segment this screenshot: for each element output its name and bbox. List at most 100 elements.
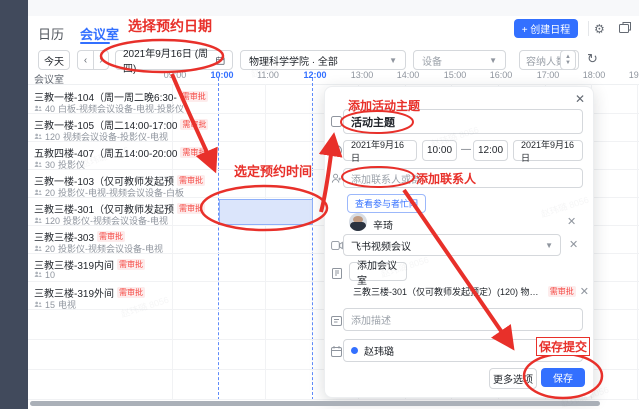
hour-tick: 17:00 <box>537 70 560 80</box>
annotation-pick-time: 选定预约时间 <box>234 161 312 180</box>
next-day-button[interactable]: › <box>93 50 109 70</box>
selected-room-label: 三教三楼-301（仅可教师发起预定）(120) 物理科学学院 <box>353 285 545 298</box>
building-filter-value: 物理科学学院 · 全部 <box>249 53 338 68</box>
date-picker[interactable]: 2021年9月16日 (周四) <box>115 50 233 70</box>
room-capacity: 15 <box>45 300 55 310</box>
room-capacity: 120 <box>45 132 60 142</box>
calendar-select-icon <box>330 345 343 358</box>
today-button[interactable]: 今天 <box>38 50 70 70</box>
grid-header-divider <box>28 84 639 85</box>
room-capacity: 40 <box>45 104 55 114</box>
annotation-pick-date: 选择预约日期 <box>128 16 212 36</box>
start-date-input[interactable]: 2021年9月16日 <box>343 140 417 161</box>
attendee-avatar <box>349 213 367 231</box>
capacity-icon <box>34 245 42 253</box>
building-filter-dropdown[interactable]: 物理科学学院 · 全部 ▼ <box>240 50 406 70</box>
room-capacity: 120 <box>45 216 60 226</box>
hour-tick: 14:00 <box>397 70 420 80</box>
subject-value: 活动主题 <box>351 114 395 130</box>
refresh-icon[interactable]: ↻ <box>587 51 598 67</box>
hour-tick: 11:00 <box>257 70 279 80</box>
approval-badge: 需审批 <box>97 231 125 242</box>
meeting-room-booking-app: – ▢ ✕ 玮璐 16 1 ★ ✔ … + ✿ 日历 会议室 + 创建日程 ⚙ … <box>0 0 639 409</box>
hour-tick: 09:00 <box>164 70 187 80</box>
calendar-owner-value: 赵玮璐 <box>364 343 394 358</box>
contacts-placeholder: 添加联系人或群 <box>351 171 421 186</box>
end-date-input[interactable]: 2021年9月16日 <box>513 140 583 161</box>
annotation-add-subject: 添加活动主题 <box>348 97 420 114</box>
app-sidebar <box>0 0 28 409</box>
capacity-icon <box>34 271 42 279</box>
subject-icon <box>330 115 343 128</box>
approval-badge: 需审批 <box>180 91 208 102</box>
end-time-input[interactable]: 12:00 <box>473 140 508 161</box>
approval-badge: 需审批 <box>177 175 205 186</box>
capacity-icon <box>34 189 42 197</box>
room-capacity: 10 <box>45 270 55 280</box>
time-range-dash: — <box>461 144 471 155</box>
remove-attendee-icon[interactable]: ✕ <box>567 215 576 228</box>
capacity-icon <box>34 161 42 169</box>
capacity-icon <box>34 301 42 309</box>
video-meeting-select[interactable]: 飞书视频会议 ▼ <box>343 234 561 256</box>
tab-calendar[interactable]: 日历 <box>38 24 64 43</box>
open-window-icon[interactable] <box>619 22 631 36</box>
capacity-icon <box>34 133 42 141</box>
selected-room-chip[interactable]: 三教三楼-301（仅可教师发起预定）(120) 物理科学学院 需审批 ✕ <box>353 285 589 298</box>
start-time-input[interactable]: 10:00 <box>422 140 457 161</box>
close-icon[interactable]: ✕ <box>575 92 585 106</box>
video-meeting-icon <box>330 239 343 252</box>
calendar-color-dot <box>351 347 358 354</box>
video-meeting-value: 飞书视频会议 <box>351 238 411 253</box>
approval-badge: 需审批 <box>177 203 205 214</box>
save-button[interactable]: 保存 <box>541 368 585 387</box>
horizontal-scrollbar[interactable] <box>30 401 600 406</box>
remove-video-meeting-icon[interactable]: ✕ <box>569 238 578 251</box>
room-capacity: 20 <box>45 188 55 198</box>
add-meeting-room-button[interactable]: 添加会议室 <box>349 262 407 281</box>
description-placeholder: 添加描述 <box>351 312 391 327</box>
chevron-down-icon: ▼ <box>389 56 397 65</box>
selected-time-slot[interactable] <box>219 199 313 225</box>
chevron-down-icon: ▼ <box>545 241 553 250</box>
description-input[interactable]: 添加描述 <box>343 308 583 331</box>
attendee-name: 辛琦 <box>373 217 393 232</box>
active-tab-underline <box>80 42 110 44</box>
capacity-icon <box>34 105 42 113</box>
tab-meeting-rooms[interactable]: 会议室 <box>80 24 119 43</box>
room-capacity: 20 <box>45 244 55 254</box>
hour-tick: 10:00 <box>210 70 233 80</box>
approval-badge: 需审批 <box>548 286 576 297</box>
view-busy-free-button[interactable]: 查看参与者忙闲 <box>347 194 426 213</box>
hour-tick: 13:00 <box>351 70 374 80</box>
approval-badge: 需审批 <box>180 147 208 158</box>
prev-day-button[interactable]: ‹ <box>77 50 93 70</box>
chevron-down-icon: ▼ <box>489 56 497 65</box>
device-filter-placeholder: 设备 <box>422 53 442 68</box>
capacity-icon <box>34 217 42 225</box>
annotation-save-submit: 保存提交 <box>536 337 590 356</box>
header-divider <box>588 21 589 36</box>
meeting-room-icon <box>330 267 343 280</box>
description-icon <box>330 314 343 327</box>
approval-badge: 需审批 <box>180 119 208 130</box>
capacity-stepper[interactable]: ▲▼ <box>560 50 576 70</box>
create-event-button[interactable]: + 创建日程 <box>514 19 578 38</box>
device-filter-dropdown[interactable]: 设备 ▼ <box>413 50 506 70</box>
approval-badge: 需审批 <box>117 259 145 270</box>
hour-tick: 12:00 <box>303 70 326 80</box>
approval-badge: 需审批 <box>117 287 145 298</box>
hour-tick: 15:00 <box>444 70 467 80</box>
annotation-add-contacts: 添加联系人 <box>416 170 476 187</box>
window-titlebar <box>28 0 639 16</box>
hour-tick: 18:00 <box>583 70 606 80</box>
clock-icon <box>330 144 343 157</box>
room-capacity: 30 <box>45 160 55 170</box>
attendees-icon <box>330 172 343 185</box>
calendar-small-icon <box>216 56 225 65</box>
settings-gear-icon[interactable]: ⚙ <box>594 22 605 36</box>
more-options-button[interactable]: 更多选项 <box>489 368 537 389</box>
remove-room-icon[interactable]: ✕ <box>580 285 589 298</box>
hour-tick: 16:00 <box>490 70 513 80</box>
hour-tick: 19:00 <box>629 70 639 80</box>
